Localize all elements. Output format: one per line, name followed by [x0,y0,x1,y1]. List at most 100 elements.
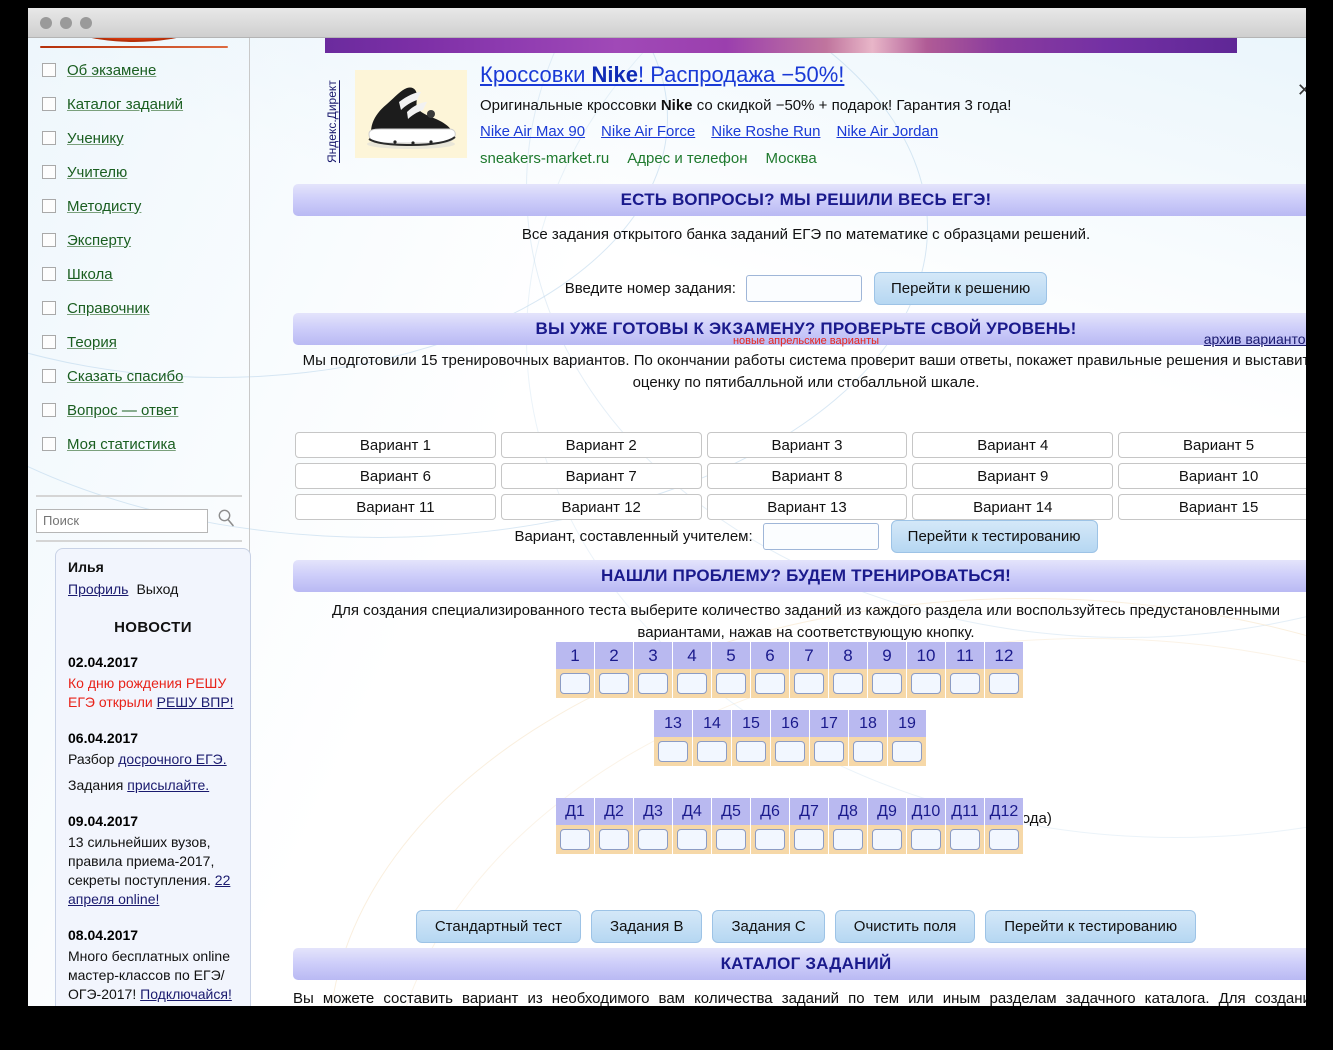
sidebar-item-label[interactable]: Справочник [67,300,150,317]
go-to-testing-button-2[interactable]: Перейти к тестированию [985,910,1197,943]
checkbox-icon[interactable] [42,63,56,77]
sidebar-item-label[interactable]: Каталог заданий [67,96,183,113]
sidebar-item-label[interactable]: Вопрос — ответ [67,402,178,419]
task-count-input[interactable] [560,829,590,850]
sidebar-item-label[interactable]: Об экзамене [67,62,156,79]
task-count-input[interactable] [697,741,727,762]
task-head-button[interactable]: Д7 [790,798,829,825]
variant-button[interactable]: Вариант 12 [500,494,702,520]
task-count-input[interactable] [833,673,863,694]
sidebar-item-katalog-zadaniy[interactable]: Каталог заданий [28,87,249,121]
task-count-input[interactable] [794,829,824,850]
checkbox-icon[interactable] [42,131,56,145]
task-head-button[interactable]: 13 [654,710,693,737]
task-head-button[interactable]: Д8 [829,798,868,825]
ad-sitelink[interactable]: Nike Air Force [601,123,695,140]
checkbox-icon[interactable] [42,165,56,179]
task-count-input[interactable] [677,673,707,694]
sidebar-item-skazat-spasibo[interactable]: Сказать спасибо [28,359,249,393]
yandex-direct-label[interactable]: Яндекс.Директ [325,62,343,182]
sidebar-item-vopros-otvet[interactable]: Вопрос — ответ [28,393,249,427]
task-head-button[interactable]: 5 [712,642,751,669]
task-number-input[interactable] [745,275,862,302]
sidebar-item-label[interactable]: Методисту [67,198,141,215]
task-count-input[interactable] [950,829,980,850]
checkbox-icon[interactable] [42,437,56,451]
task-count-input[interactable] [911,829,941,850]
teacher-variant-input[interactable] [762,523,879,550]
task-head-button[interactable]: 6 [751,642,790,669]
task-count-input[interactable] [677,829,707,850]
variant-button[interactable]: Вариант 3 [706,432,908,458]
task-count-input[interactable] [872,829,902,850]
variant-button[interactable]: Вариант 8 [706,463,908,489]
close-icon[interactable]: ✕ [1297,80,1306,101]
task-count-input[interactable] [755,829,785,850]
task-head-button[interactable]: Д2 [595,798,634,825]
checkbox-icon[interactable] [42,233,56,247]
task-count-input[interactable] [794,673,824,694]
search-input[interactable] [36,508,208,533]
task-count-input[interactable] [814,741,844,762]
sidebar-item-metodistu[interactable]: Методисту [28,189,249,223]
task-head-button[interactable]: 3 [634,642,673,669]
task-count-input[interactable] [638,829,668,850]
task-head-button[interactable]: 16 [771,710,810,737]
task-count-input[interactable] [892,741,922,762]
sidebar-item-spravochnik[interactable]: Справочник [28,291,249,325]
task-head-button[interactable]: 7 [790,642,829,669]
task-count-input[interactable] [599,829,629,850]
ad-domain[interactable]: sneakers-market.ru [480,150,609,167]
task-head-button[interactable]: 15 [732,710,771,737]
news-link-2[interactable]: присылайте. [127,777,209,793]
variant-button[interactable]: Вариант 6 [295,463,496,489]
variant-button[interactable]: Вариант 2 [500,432,702,458]
logout-link[interactable]: Выход [136,581,178,597]
standard-test-button[interactable]: Стандартный тест [415,910,582,943]
news-link[interactable]: РЕШУ ВПР! [157,694,234,710]
ad-contacts[interactable]: Адрес и телефон [627,150,747,167]
task-head-button[interactable]: 18 [849,710,888,737]
window-minimize-button[interactable] [60,17,72,29]
task-head-button[interactable]: Д11 [946,798,985,825]
archive-link[interactable]: архив вариантов [1204,331,1306,347]
task-head-button[interactable]: Д12 [985,798,1024,825]
task-head-button[interactable]: Д3 [634,798,673,825]
task-count-input[interactable] [989,829,1019,850]
sidebar-item-label[interactable]: Моя статистика [67,436,176,453]
checkbox-icon[interactable] [42,97,56,111]
news-link[interactable]: досрочного ЕГЭ. [118,751,226,767]
variant-button[interactable]: Вариант 9 [912,463,1114,489]
variant-button[interactable]: Вариант 7 [500,463,702,489]
sidebar-item-label[interactable]: Ученику [67,130,124,147]
profile-link[interactable]: Профиль [68,581,128,597]
task-head-button[interactable]: 14 [693,710,732,737]
task-head-button[interactable]: 10 [907,642,946,669]
ad-sitelink[interactable]: Nike Air Jordan [836,123,938,140]
task-count-input[interactable] [658,741,688,762]
task-count-input[interactable] [853,741,883,762]
task-head-button[interactable]: 17 [810,710,849,737]
task-count-input[interactable] [560,673,590,694]
task-head-button[interactable]: Д4 [673,798,712,825]
variant-button[interactable]: Вариант 15 [1118,494,1306,520]
checkbox-icon[interactable] [42,267,56,281]
task-count-input[interactable] [872,673,902,694]
task-count-input[interactable] [755,673,785,694]
variant-button[interactable]: Вариант 1 [295,432,496,458]
ad-sitelink[interactable]: Nike Air Max 90 [480,123,585,140]
task-count-input[interactable] [599,673,629,694]
variant-button[interactable]: Вариант 14 [912,494,1114,520]
task-head-button[interactable]: 8 [829,642,868,669]
task-count-input[interactable] [833,829,863,850]
task-count-input[interactable] [638,673,668,694]
go-to-testing-button[interactable]: Перейти к тестированию [890,520,1098,553]
variant-button[interactable]: Вариант 11 [295,494,496,520]
variant-button[interactable]: Вариант 10 [1118,463,1306,489]
task-head-button[interactable]: Д1 [556,798,595,825]
sidebar-item-label[interactable]: Школа [67,266,113,283]
task-count-input[interactable] [950,673,980,694]
clear-fields-button[interactable]: Очистить поля [834,910,976,943]
checkbox-icon[interactable] [42,199,56,213]
task-head-button[interactable]: Д5 [712,798,751,825]
